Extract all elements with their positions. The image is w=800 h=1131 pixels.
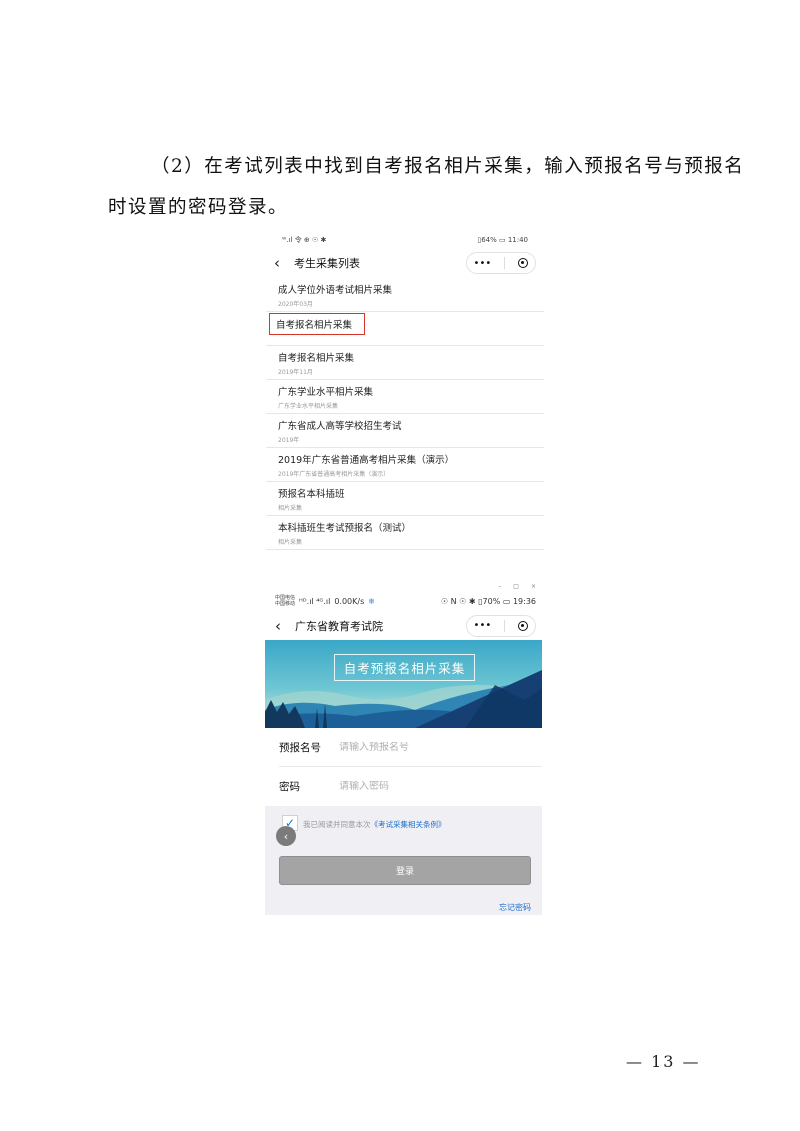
- list-item[interactable]: 本科插班生考试预报名（测试） 相片采集: [266, 516, 544, 550]
- close-icon[interactable]: ×: [531, 583, 536, 590]
- nav-title: 广东省教育考试院: [295, 619, 383, 633]
- list-item[interactable]: 预报名本科插班 相片采集: [266, 482, 544, 516]
- window-controls: – □ ×: [265, 582, 542, 591]
- page-number: — 13 —: [626, 1052, 701, 1071]
- login-form: 预报名号 密码: [265, 728, 542, 806]
- minimize-icon[interactable]: –: [498, 583, 501, 590]
- nav-title: 考生采集列表: [294, 257, 360, 270]
- field-label: 预报名号: [279, 741, 321, 754]
- status-right: ▯64% ▭ 11:40: [477, 235, 528, 244]
- item-title: 预报名本科插班: [278, 489, 345, 500]
- status-right: ☉ N ☉ ✱ ▯70% ▭ 19:36: [440, 596, 536, 606]
- nav-bar: ‹ 广东省教育考试院 •••: [265, 611, 542, 640]
- floating-back-icon[interactable]: ‹: [276, 826, 296, 846]
- instruction-line-2: 时设置的密码登录。: [108, 197, 289, 218]
- item-subtitle: 相片采集: [278, 505, 303, 512]
- field-label: 密码: [279, 781, 300, 793]
- highlight-box: 自考报名相片采集: [269, 313, 365, 335]
- menu-capsule[interactable]: •••: [466, 614, 536, 637]
- carrier-info: 中国电信 中国移动: [275, 595, 296, 607]
- registration-number-field: 预报名号: [279, 728, 542, 767]
- registration-number-input[interactable]: [339, 741, 489, 753]
- exam-list: 成人学位外语考试相片采集 2020年03月 自考报名相片采集 自考报名相片采集 …: [266, 278, 544, 550]
- status-bar: 中国电信 中国移动 ᴴᴰ.ıl ⁴ᴳ.ıl 0.00K/s ❄ ☉ N ☉ ✱ …: [265, 591, 542, 611]
- banner: 自考预报名相片采集: [265, 640, 542, 728]
- list-item[interactable]: 自考报名相片采集 2019年11月: [266, 346, 544, 380]
- item-title: 2019年广东省普通高考相片采集（演示）: [278, 455, 455, 466]
- login-button[interactable]: 登录: [279, 856, 531, 885]
- banner-title: 自考预报名相片采集: [334, 654, 475, 681]
- status-bar: ᵂ.ıl 令 ⊕ ☉ ✱ ▯64% ▭ 11:40: [266, 231, 544, 248]
- agreement-row: ✓ ‹ 我已阅读并同意本次《考试采集相关条例》: [265, 806, 542, 850]
- sync-icon: ❄: [368, 596, 375, 606]
- item-title: 广东学业水平相片采集: [278, 387, 374, 398]
- back-icon[interactable]: ‹: [274, 254, 290, 272]
- more-icon[interactable]: •••: [474, 620, 492, 631]
- item-title: 自考报名相片采集: [278, 353, 355, 364]
- close-target-icon[interactable]: [518, 258, 529, 268]
- close-target-icon[interactable]: [518, 620, 529, 631]
- nav-bar: ‹ 考生采集列表 •••: [266, 248, 544, 278]
- network-speed: 0.00K/s: [334, 596, 365, 606]
- item-subtitle: 相片采集: [278, 539, 303, 546]
- item-subtitle: 2019年: [278, 437, 300, 444]
- signal-icon: ᴴᴰ.ıl ⁴ᴳ.ıl: [299, 596, 331, 606]
- list-item[interactable]: 广东学业水平相片采集 广东学业水平相片采集: [266, 380, 544, 414]
- list-item-highlighted[interactable]: 自考报名相片采集: [266, 312, 544, 346]
- item-title: 成人学位外语考试相片采集: [278, 285, 393, 296]
- password-input[interactable]: [339, 781, 489, 792]
- menu-capsule[interactable]: •••: [466, 252, 536, 274]
- instruction-line-1: （2）在考试列表中找到自考报名相片采集，输入预报名号与预报名: [151, 156, 745, 177]
- status-left: ᵂ.ıl 令 ⊕ ☉ ✱: [282, 235, 327, 244]
- list-item[interactable]: 广东省成人高等学校招生考试 2019年: [266, 414, 544, 448]
- list-item[interactable]: 2019年广东省普通高考相片采集（演示） 2019年广东省普通高考相片采集（演示…: [266, 448, 544, 482]
- login-screenshot: – □ × 中国电信 中国移动 ᴴᴰ.ıl ⁴ᴳ.ıl 0.00K/s ❄ ☉ …: [265, 582, 542, 915]
- item-subtitle: 2020年03月: [278, 301, 313, 308]
- more-icon[interactable]: •••: [474, 258, 492, 269]
- agree-text: 我已阅读并同意本次: [303, 819, 371, 829]
- back-icon[interactable]: ‹: [275, 617, 291, 635]
- password-field: 密码: [279, 767, 542, 806]
- forgot-password-link[interactable]: 忘记密码: [499, 902, 531, 913]
- regulations-link[interactable]: 《考试采集相关条例》: [371, 820, 446, 829]
- item-subtitle: 广东学业水平相片采集: [278, 403, 339, 410]
- maximize-icon[interactable]: □: [513, 583, 519, 590]
- list-item[interactable]: 成人学位外语考试相片采集 2020年03月: [266, 278, 544, 312]
- item-subtitle: 2019年广东省普通高考相片采集（演示）: [278, 471, 390, 478]
- item-title: 本科插班生考试预报名（测试）: [278, 523, 412, 534]
- exam-list-screenshot: ᵂ.ıl 令 ⊕ ☉ ✱ ▯64% ▭ 11:40 ‹ 考生采集列表 ••• 成…: [266, 231, 544, 551]
- item-title: 广东省成人高等学校招生考试: [278, 421, 402, 432]
- item-subtitle: 2019年11月: [278, 369, 313, 376]
